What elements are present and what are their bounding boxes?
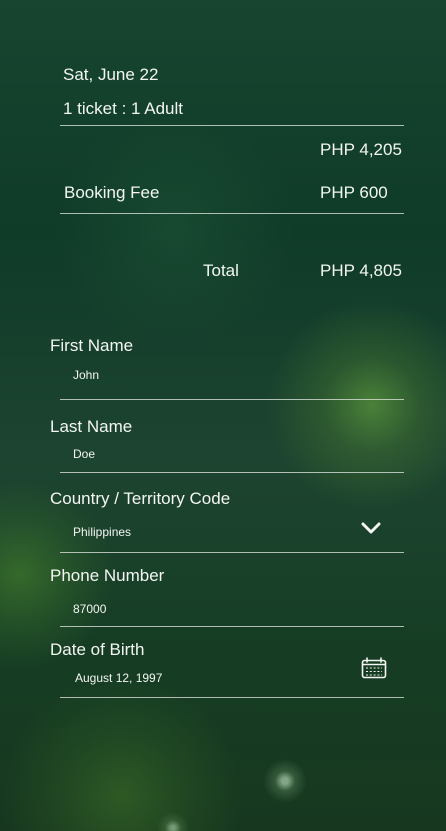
first-name-field[interactable] bbox=[60, 363, 404, 393]
last-name-underline bbox=[60, 472, 404, 473]
last-name-field[interactable] bbox=[60, 442, 404, 472]
first-name-underline bbox=[60, 399, 404, 400]
country-code-underline bbox=[60, 552, 404, 553]
phone-number-field[interactable] bbox=[60, 596, 404, 626]
calendar-icon[interactable] bbox=[360, 656, 388, 680]
date-of-birth-value: August 12, 1997 bbox=[75, 671, 163, 685]
passenger-form: First Name John Last Name Doe Country / … bbox=[0, 0, 446, 831]
date-of-birth-underline bbox=[60, 697, 404, 698]
first-name-value: John bbox=[73, 368, 100, 382]
date-of-birth-label: Date of Birth bbox=[50, 640, 145, 659]
first-name-label: First Name bbox=[50, 336, 134, 355]
phone-number-label: Phone Number bbox=[50, 566, 165, 585]
phone-number-underline bbox=[60, 626, 404, 627]
country-code-value: Philippines bbox=[73, 525, 132, 539]
phone-number-value: 87000 bbox=[73, 602, 107, 616]
chevron-down-icon[interactable] bbox=[360, 520, 382, 536]
last-name-label: Last Name bbox=[50, 417, 133, 436]
country-code-label: Country / Territory Code bbox=[50, 489, 231, 508]
last-name-value: Doe bbox=[73, 447, 96, 461]
